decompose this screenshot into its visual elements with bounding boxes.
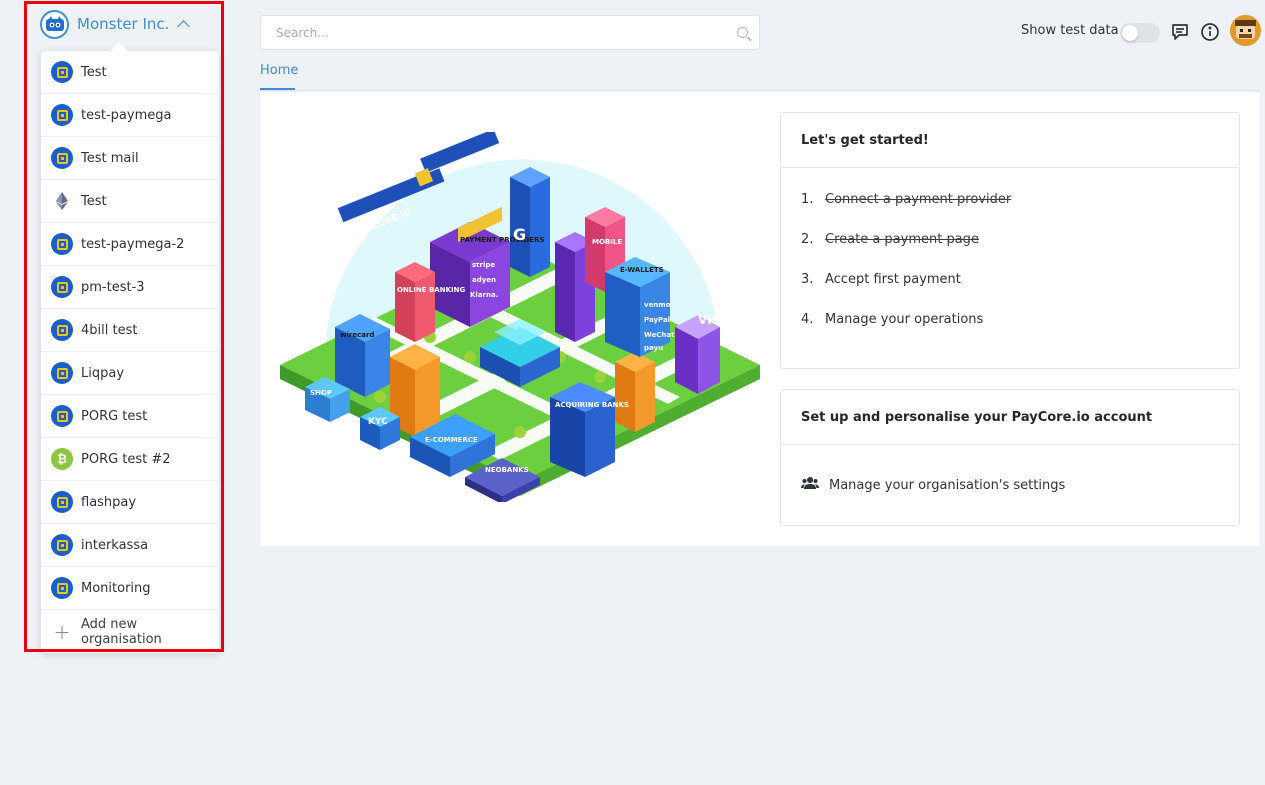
chevron-up-icon <box>177 20 191 33</box>
org-list-item[interactable]: Monitoring <box>41 567 219 610</box>
org-list-item[interactable]: flashpay <box>41 481 219 524</box>
svg-text:adyen: adyen <box>472 276 496 284</box>
org-item-label: pm-test-3 <box>81 279 145 295</box>
step-link[interactable]: Accept first payment <box>825 272 961 312</box>
paycore-square-icon <box>51 61 73 83</box>
paycore-square-icon <box>51 534 73 556</box>
step-link[interactable]: Manage your operations <box>825 312 983 352</box>
tab-home[interactable]: Home <box>260 63 298 78</box>
info-icon[interactable] <box>1199 21 1221 43</box>
org-settings-label: Manage your organisation's settings <box>829 477 1066 493</box>
org-list-item[interactable]: test-paymega <box>41 94 219 137</box>
org-list-item[interactable]: ₿ PORG test #2 <box>41 438 219 481</box>
show-test-data-label: Show test data <box>1021 23 1119 38</box>
org-switcher[interactable]: Monster Inc. <box>40 9 191 39</box>
search-icon[interactable] <box>737 27 748 38</box>
paycore-square-icon <box>51 577 73 599</box>
paycore-square-icon <box>51 362 73 384</box>
onboarding-steps: 1. Connect a payment provider 2. Create a … <box>781 168 1239 352</box>
org-list-item[interactable]: Test <box>41 51 219 94</box>
org-settings-link[interactable]: Manage your organisation's settings <box>781 445 1239 525</box>
search-box <box>260 15 760 50</box>
org-item-label: test-paymega-2 <box>81 236 185 252</box>
paycore-square-icon <box>51 405 73 427</box>
onboarding-step: 1. Connect a payment provider <box>801 192 1219 232</box>
paycore-square-icon <box>51 319 73 341</box>
svg-text:E-COMMERCE: E-COMMERCE <box>425 436 478 444</box>
svg-text:E-WALLETS: E-WALLETS <box>620 266 664 274</box>
org-item-label: Test mail <box>81 150 139 166</box>
paycore-square-icon <box>51 147 73 169</box>
svg-text:KYC: KYC <box>368 417 388 427</box>
org-list-item[interactable]: interkassa <box>41 524 219 567</box>
svg-text:wirecard: wirecard <box>340 331 374 339</box>
svg-text:Klarna.: Klarna. <box>470 291 498 299</box>
org-item-label: Monitoring <box>81 580 151 596</box>
org-item-label: Test <box>81 64 107 80</box>
svg-text:ACQUIRING BANKS: ACQUIRING BANKS <box>555 401 629 409</box>
tabs-divider <box>260 90 1260 91</box>
org-list-item[interactable]: 4bill test <box>41 309 219 352</box>
svg-text:venmo: venmo <box>644 301 671 309</box>
account-setup-card: Set up and personalise your PayCore.io a… <box>780 389 1240 526</box>
svg-text:MOBILE: MOBILE <box>592 238 622 246</box>
onboarding-step: 3. Accept first payment <box>801 272 1219 312</box>
bitcoin-icon: ₿ <box>51 448 73 470</box>
org-item-label: 4bill test <box>81 322 138 338</box>
add-organisation-label: Add new organisation <box>81 616 162 647</box>
paycore-square-icon <box>51 104 73 126</box>
paycore-square-icon <box>51 491 73 513</box>
svg-text:PayPal: PayPal <box>644 316 670 324</box>
svg-text:stripe: stripe <box>472 261 495 269</box>
org-item-label: Liqpay <box>81 365 125 381</box>
org-item-label: PORG test #2 <box>81 451 171 467</box>
svg-text:SHOP: SHOP <box>310 389 332 397</box>
org-item-label: Test <box>81 193 107 209</box>
get-started-title: Let's get started! <box>781 113 1239 168</box>
org-item-label: flashpay <box>81 494 137 510</box>
monster-logo-icon <box>40 9 69 39</box>
svg-text:ONLINE BANKING: ONLINE BANKING <box>397 286 465 294</box>
paycore-square-icon <box>51 233 73 255</box>
org-list-item[interactable]: Test mail <box>41 137 219 180</box>
search-input[interactable] <box>261 16 759 49</box>
toggle-knob <box>1122 25 1138 41</box>
org-item-label: PORG test <box>81 408 148 424</box>
svg-text:PAYMENT PROVIDERS: PAYMENT PROVIDERS <box>460 236 544 244</box>
svg-text:VISA: VISA <box>698 313 730 327</box>
svg-text:WeChat: WeChat <box>644 331 675 339</box>
org-item-label: test-paymega <box>81 107 172 123</box>
org-dropdown: Test test-paymega Test mail Test test-paymeg… <box>41 51 219 653</box>
onboarding-step: 4. Manage your operations <box>801 312 1219 352</box>
org-name: Monster Inc. <box>77 15 170 33</box>
user-avatar[interactable] <box>1230 15 1261 46</box>
users-icon <box>801 476 819 494</box>
org-list-item[interactable]: test-paymega-2 <box>41 223 219 266</box>
onboarding-step: 2. Create a payment page <box>801 232 1219 272</box>
paycore-square-icon <box>51 276 73 298</box>
plus-icon: + <box>53 619 71 644</box>
get-started-card: Let's get started! 1. Connect a payment p… <box>780 112 1240 369</box>
org-item-label: interkassa <box>81 537 149 553</box>
step-link[interactable]: Create a payment page <box>825 232 979 272</box>
account-setup-title: Set up and personalise your PayCore.io a… <box>781 390 1239 445</box>
home-panel: PAYCORE.IO PAYMENT PROVIDERS stripe adye… <box>260 92 1260 546</box>
svg-text:NEOBANKS: NEOBANKS <box>485 466 529 474</box>
org-list-item[interactable]: pm-test-3 <box>41 266 219 309</box>
feedback-icon[interactable] <box>1169 21 1191 43</box>
city-illustration: PAYCORE.IO PAYMENT PROVIDERS stripe adye… <box>280 127 760 504</box>
svg-text:G: G <box>513 225 526 244</box>
org-list-item[interactable]: Liqpay <box>41 352 219 395</box>
test-data-toggle[interactable] <box>1120 23 1160 43</box>
svg-text:payu: payu <box>644 344 663 352</box>
add-organisation-button[interactable]: + Add new organisation <box>41 610 219 653</box>
org-list-item[interactable]: PORG test <box>41 395 219 438</box>
ethereum-icon <box>51 190 73 212</box>
org-list-item[interactable]: Test <box>41 180 219 223</box>
step-link[interactable]: Connect a payment provider <box>825 192 1011 232</box>
